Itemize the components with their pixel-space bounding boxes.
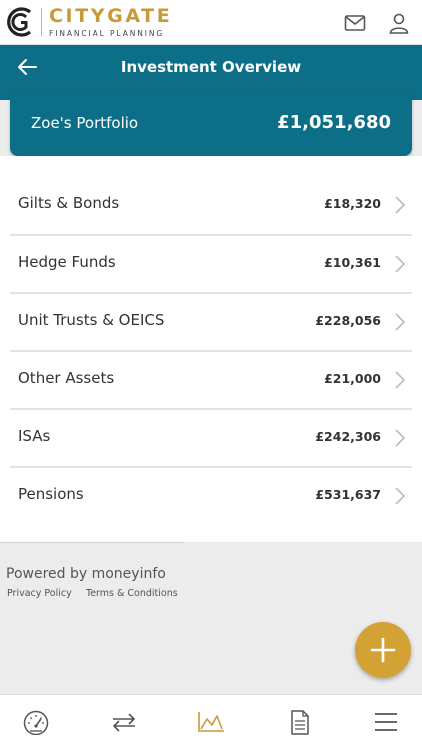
holding-value: £21,000 (324, 371, 381, 386)
chevron-right-icon (395, 487, 406, 505)
chevron-right-icon (395, 196, 406, 214)
brand-tagline: FINANCIAL PLANNING (49, 29, 165, 38)
logo-divider (41, 8, 42, 36)
dashboard-gauge-icon[interactable] (21, 709, 51, 735)
chevron-right-icon (395, 371, 406, 389)
holding-row-hedge-funds[interactable]: Hedge Funds £10,361 (10, 235, 412, 293)
holding-label: ISAs (18, 427, 51, 445)
holding-value: £242,306 (315, 429, 381, 444)
chevron-right-icon (395, 429, 406, 447)
user-icon[interactable] (387, 11, 411, 35)
holding-row-other-assets[interactable]: Other Assets £21,000 (10, 351, 412, 409)
bottom-navigation (0, 694, 422, 750)
holding-value: £228,056 (315, 313, 381, 328)
brand-name: CITYGATE (49, 5, 173, 27)
powered-by-text: Powered by moneyinfo (6, 566, 166, 582)
holding-value: £18,320 (324, 196, 381, 211)
holding-label: Other Assets (18, 369, 115, 387)
holding-row-pensions[interactable]: Pensions £531,637 (10, 467, 412, 525)
terms-conditions-link[interactable]: Terms & Conditions (86, 588, 178, 599)
citygate-logo-icon (7, 7, 32, 37)
privacy-policy-link[interactable]: Privacy Policy (7, 588, 72, 599)
document-icon[interactable] (284, 709, 314, 735)
portfolio-name: Zoe's Portfolio (31, 114, 139, 132)
holding-label: Gilts & Bonds (18, 194, 120, 212)
transfer-arrows-icon[interactable] (109, 709, 139, 735)
plus-icon (370, 637, 396, 663)
holding-label: Pensions (18, 485, 84, 503)
holding-label: Unit Trusts & OEICS (18, 311, 165, 329)
holding-row-gilts-bonds[interactable]: Gilts & Bonds £18,320 (10, 176, 412, 234)
add-button[interactable] (355, 622, 411, 678)
chevron-right-icon (395, 313, 406, 331)
app-header: CITYGATE FINANCIAL PLANNING (0, 0, 422, 45)
holding-label: Hedge Funds (18, 253, 116, 271)
holding-row-unit-trusts[interactable]: Unit Trusts & OEICS £228,056 (10, 293, 412, 351)
holding-value: £10,361 (324, 255, 381, 270)
holding-row-isas[interactable]: ISAs £242,306 (10, 409, 412, 467)
menu-icon[interactable] (371, 709, 401, 735)
chart-icon[interactable] (196, 709, 226, 735)
page-title: Investment Overview (120, 58, 302, 76)
portfolio-total: £1,051,680 (277, 112, 391, 133)
portfolio-summary-card: Zoe's Portfolio £1,051,680 (10, 95, 412, 156)
mail-icon[interactable] (343, 11, 367, 35)
chevron-right-icon (395, 255, 406, 273)
footer-divider (0, 542, 184, 543)
holding-value: £531,637 (315, 487, 381, 502)
